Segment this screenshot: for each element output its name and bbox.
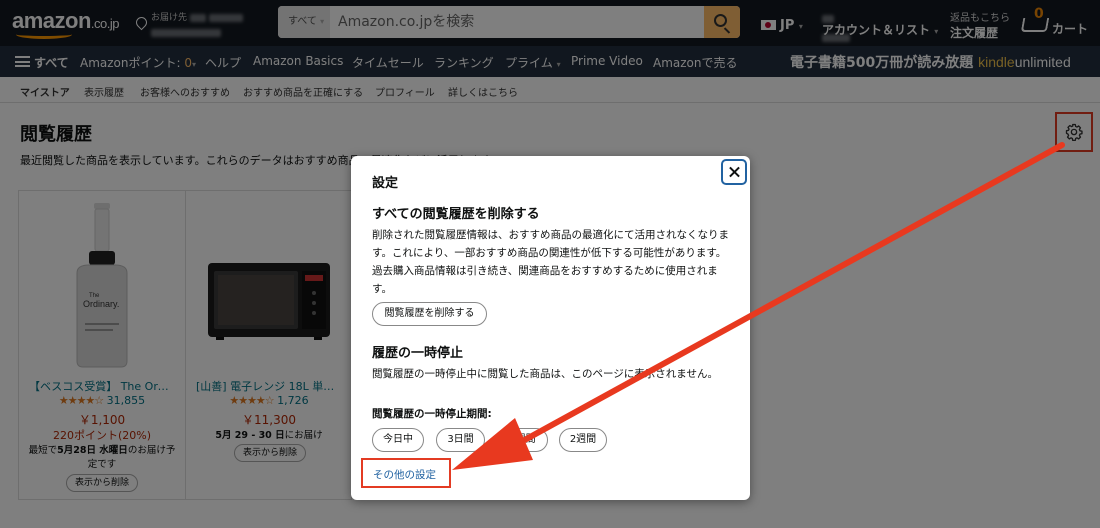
pause-history-description: 閲覧履歴の一時停止中に閲覧した商品は、このページに表示されません。 — [372, 368, 718, 380]
pause-history-heading: 履歴の一時停止 — [372, 346, 464, 361]
pause-option-2weeks[interactable]: 2週間 — [559, 428, 607, 452]
pause-option-today[interactable]: 今日中 — [372, 428, 424, 452]
more-settings-highlight: その他の設定 — [361, 458, 451, 488]
delete-history-button[interactable]: 閲覧履歴を削除する — [372, 302, 487, 326]
pause-option-3days[interactable]: 3日間 — [436, 428, 485, 452]
close-icon[interactable] — [721, 159, 747, 185]
modal-title: 設定 — [372, 176, 399, 191]
delete-history-heading: すべての閲覧履歴を削除する — [372, 207, 540, 222]
pause-option-1week[interactable]: 1週間 — [497, 428, 548, 452]
more-settings-link[interactable]: その他の設定 — [373, 467, 436, 482]
settings-modal: 設定 すべての閲覧履歴を削除する 削除された閲覧履歴情報は、おすすめ商品の最適化… — [351, 156, 750, 500]
delete-history-description: 削除された閲覧履歴情報は、おすすめ商品の最適化にて活用されなくなります。これによ… — [372, 229, 729, 295]
pause-period-label: 閲覧履歴の一時停止期間: — [372, 408, 492, 420]
